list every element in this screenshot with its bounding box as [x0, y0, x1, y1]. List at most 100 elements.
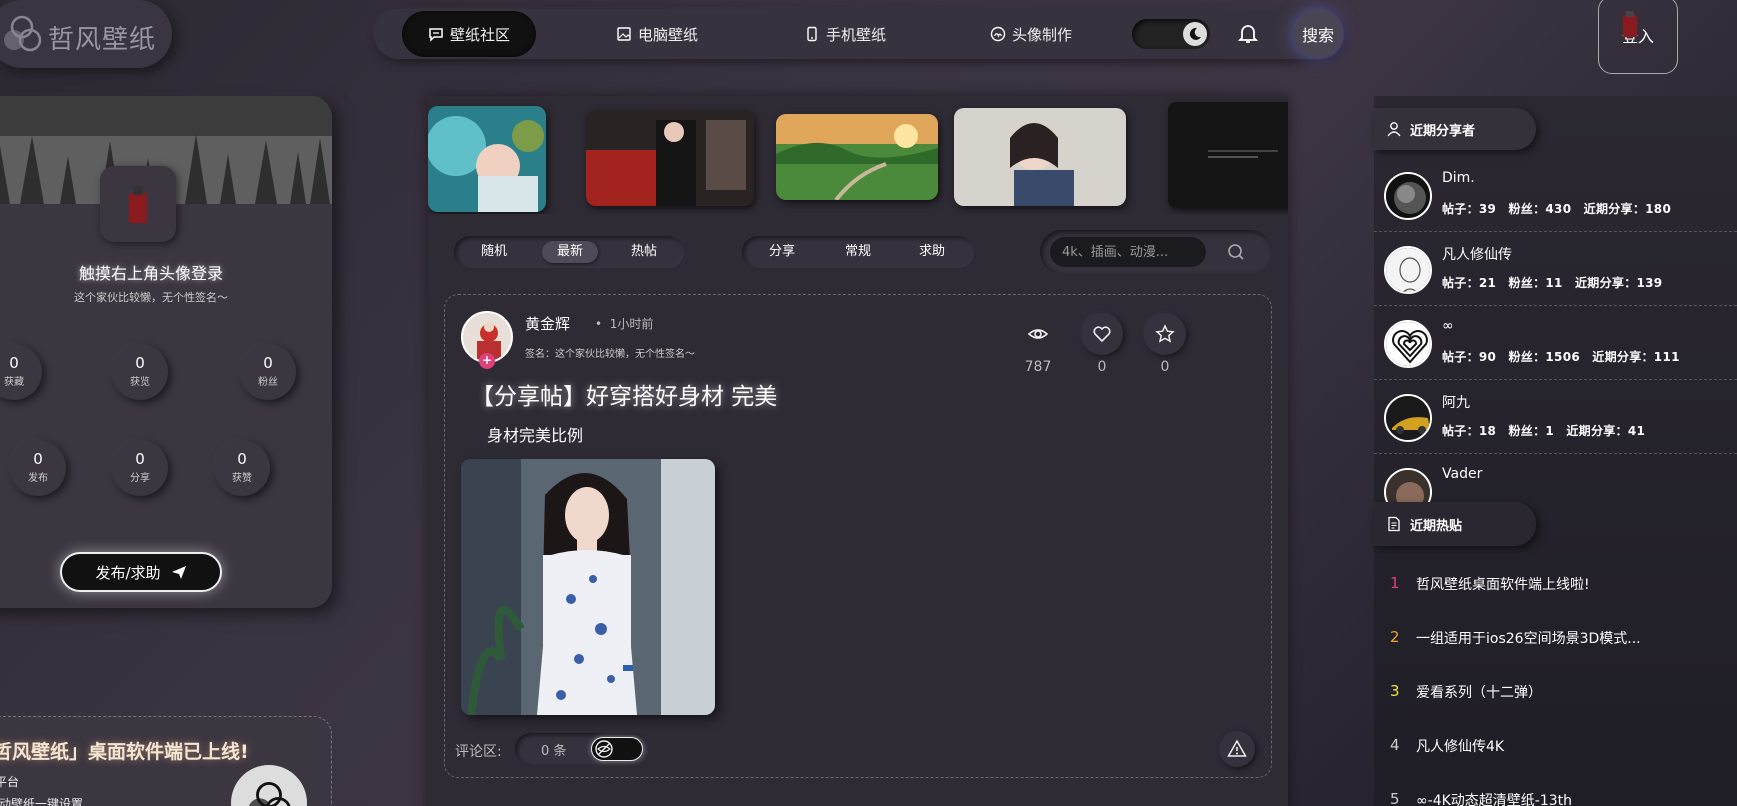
sharer-stats: 帖子：21 粉丝：11 近期分享：139	[1442, 276, 1663, 290]
sort-hot[interactable]: 热帖	[612, 241, 676, 263]
sharer-name: 阿九	[1442, 395, 1470, 411]
favorite-button[interactable]	[1144, 313, 1186, 355]
sort-random[interactable]: 随机	[462, 241, 526, 263]
post-time-text: 1小时前	[609, 317, 654, 331]
report-button[interactable]	[1219, 731, 1255, 767]
category-help[interactable]: 求助	[902, 241, 962, 263]
hot-post-item[interactable]: 3 爱看系列（十二弹）	[1374, 664, 1737, 718]
post-card: + 黄金辉 • 1小时前 签名：这个家伙比较懒，无个性签名～ 【分享帖】好穿搭好…	[444, 294, 1272, 778]
profile-title: 触摸右上角头像登录	[78, 264, 223, 283]
carousel-thumb[interactable]	[1168, 102, 1288, 208]
sharer-avatar	[1384, 320, 1432, 368]
paper-plane-icon	[171, 566, 186, 579]
post-title[interactable]: 【分享帖】好穿搭好身材 完美	[471, 377, 777, 411]
post-author[interactable]: 黄金辉	[525, 313, 570, 334]
sharer-item[interactable]: 凡人修仙传 帖子：21 粉丝：11 近期分享：139	[1374, 232, 1737, 306]
chat-bubble-icon	[429, 28, 443, 42]
announcement-line: 平台	[0, 775, 20, 789]
like-button[interactable]	[1081, 313, 1123, 355]
carousel-thumb[interactable]	[776, 114, 938, 200]
carousel-thumb[interactable]	[954, 108, 1126, 206]
hot-post-item[interactable]: 2 一组适用于ios26空间场景3D模式...	[1374, 610, 1737, 664]
recent-sharers-header: 近期分享者	[1374, 108, 1536, 150]
carousel-thumb[interactable]	[586, 110, 754, 206]
sharer-item[interactable]: Dim. 帖子：39 粉丝：430 近期分享：180	[1374, 158, 1737, 232]
category-general[interactable]: 常规	[828, 241, 888, 263]
sharer-item[interactable]: ∞ 帖子：90 粉丝：1506 近期分享：111	[1374, 306, 1737, 380]
profile-avatar[interactable]	[100, 166, 176, 242]
publish-label: 发布/求助	[95, 563, 161, 582]
three-circles-logo-icon	[231, 765, 307, 806]
tab-desktop-wallpaper[interactable]: 电脑壁纸	[616, 11, 698, 57]
comments-count: 0 条	[541, 744, 567, 759]
heart-icon	[1093, 326, 1111, 343]
stat-published: 0 发布	[10, 440, 66, 496]
stat-value: 0	[33, 450, 43, 468]
stat-value: 0	[135, 450, 145, 468]
warning-icon	[1227, 739, 1247, 757]
eye-off-icon	[595, 740, 613, 758]
category-share[interactable]: 分享	[752, 241, 812, 263]
section-title: 近期热贴	[1410, 518, 1463, 534]
publish-button[interactable]: 发布/求助	[60, 552, 222, 592]
stat-label: 获览	[130, 377, 150, 388]
stat-value: 0	[263, 354, 273, 372]
search-input[interactable]	[1050, 237, 1206, 267]
sharer-name: Vader	[1442, 466, 1483, 482]
sharer-item[interactable]: Vader	[1374, 454, 1737, 502]
stat-fans: 0 粉丝	[240, 344, 296, 400]
comments-label: 评论区:	[455, 744, 502, 760]
follow-plus-icon[interactable]: +	[479, 353, 495, 369]
stat-label: 发布	[28, 473, 48, 484]
announcement-title: 哲风壁纸」桌面软件端已上线!	[0, 741, 249, 763]
favorite-count: 0	[1160, 359, 1170, 375]
hot-title: 哲风壁纸桌面软件端上线啦!	[1416, 577, 1590, 593]
sort-latest[interactable]: 最新	[542, 241, 598, 263]
tab-avatar-maker[interactable]: 头像制作	[990, 11, 1072, 57]
post-search	[1040, 230, 1272, 274]
like-count: 0	[1097, 359, 1107, 375]
stat-value: 0	[9, 354, 19, 372]
tab-community[interactable]: 壁纸社区	[402, 11, 537, 57]
tab-phone-wallpaper[interactable]: 手机壁纸	[804, 11, 886, 57]
hot-rank: 1	[1390, 574, 1400, 592]
hot-post-item[interactable]: 4 凡人修仙传4K	[1374, 718, 1737, 772]
dark-mode-toggle[interactable]	[1132, 19, 1210, 49]
sharer-stats: 帖子：39 粉丝：430 近期分享：180	[1442, 202, 1672, 216]
hot-rank: 3	[1390, 682, 1400, 700]
wallpaper-carousel[interactable]	[428, 96, 1288, 214]
post-time: • 1小时前	[595, 317, 654, 331]
hot-post-item[interactable]: 1 哲风壁纸桌面软件端上线啦!	[1374, 556, 1737, 610]
announcement-line: /动壁纸一键设置	[0, 797, 84, 806]
eye-icon	[1017, 313, 1059, 355]
tab-label: 头像制作	[1012, 25, 1073, 44]
sharer-avatar	[1384, 172, 1432, 220]
sharer-name: 凡人修仙传	[1442, 247, 1512, 263]
stat-collected: 0 获藏	[0, 344, 42, 400]
stat-label: 获赞	[232, 473, 252, 484]
bell-icon[interactable]	[1236, 21, 1260, 45]
announcement-card[interactable]: 哲风壁纸」桌面软件端已上线! 平台 /动壁纸一键设置	[0, 716, 332, 806]
search-icon[interactable]	[1226, 242, 1246, 262]
star-icon	[1155, 324, 1175, 343]
stat-shared: 0 分享	[112, 440, 168, 496]
login-button[interactable]: 登入	[1598, 0, 1678, 74]
search-button[interactable]: 搜索	[1294, 11, 1342, 57]
carousel-thumb[interactable]	[428, 106, 546, 212]
sharer-item[interactable]: 阿九 帖子：18 粉丝：1 近期分享：41	[1374, 380, 1737, 454]
category-filter: 分享 常规 求助	[742, 236, 974, 268]
post-image[interactable]	[461, 459, 715, 715]
site-name: 哲风壁纸	[48, 25, 157, 55]
sharer-stats: 帖子：90 粉丝：1506 近期分享：111	[1442, 350, 1680, 364]
comments-toggle[interactable]	[591, 737, 643, 761]
sharer-avatar	[1384, 394, 1432, 442]
site-logo[interactable]: 哲风壁纸	[0, 0, 172, 68]
hot-title: ∞-4K动态超清壁纸-13th	[1416, 793, 1573, 806]
stat-label: 分享	[130, 473, 150, 484]
hot-title: 凡人修仙传4K	[1416, 739, 1505, 755]
stat-value: 0	[237, 450, 247, 468]
top-nav: 壁纸社区 电脑壁纸 手机壁纸 头像制作 搜索	[374, 9, 1344, 59]
section-title: 近期分享者	[1410, 123, 1476, 139]
hot-post-item[interactable]: 5 ∞-4K动态超清壁纸-13th	[1374, 772, 1737, 806]
view-count: 787	[1024, 359, 1052, 375]
